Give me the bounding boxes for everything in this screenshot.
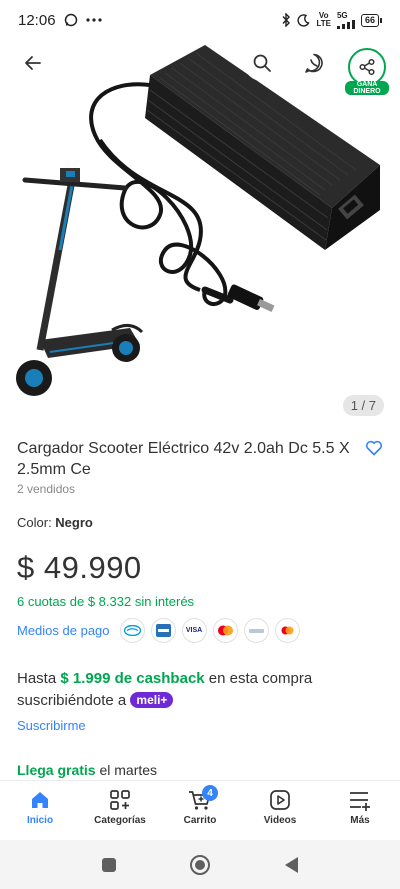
color-label: Color: [17,515,56,530]
nav-item-categorias[interactable]: Categorías [80,781,160,840]
free-shipping-label: Llega gratis [17,762,96,778]
nav-item-videos[interactable]: Videos [240,781,320,840]
share-icon [359,58,375,76]
product-image [16,45,380,396]
battery-icon: 66 [360,13,382,27]
search-icon [253,54,271,72]
nav-item-inicio[interactable]: Inicio [0,781,80,840]
amex-icon [150,618,176,643]
nav-item-mas[interactable]: Más [320,781,400,840]
mercadopago-icon [119,618,145,643]
sold-count: 2 vendidos [17,482,76,496]
moon-icon [297,13,311,27]
system-navigation-bar [0,840,400,889]
color-value: Negro [55,515,93,530]
payment-methods-row: Medios de pago VISA [17,618,300,643]
more-dots-icon [85,18,102,22]
search-button[interactable] [244,45,280,81]
visa-icon: VISA [181,618,207,643]
whatsapp-notification-icon [64,13,77,27]
back-button[interactable] [15,45,51,81]
status-bar: 12:06 Vo LTE 5G 66 [0,0,400,40]
signal-5g: 5G [336,11,355,29]
home-icon [32,792,48,808]
bluetooth-icon [282,13,291,27]
recents-square-icon[interactable] [101,857,117,873]
signal-bars-icon [336,19,355,29]
nav-item-carrito[interactable]: 4 Carrito [160,781,240,840]
whatsapp-share-button[interactable] [296,45,332,81]
installments-text: 6 cuotas de $ 8.332 sin interés [17,594,195,609]
menu-plus-icon [350,792,370,811]
back-triangle-icon[interactable] [283,856,299,874]
mastercard-debit-icon [274,618,300,643]
bottom-navigation: Inicio Categorías 4 Carrito Videos Más [0,780,400,840]
favorite-heart-icon[interactable] [365,440,383,456]
videos-icon [270,790,290,810]
earn-money-badge: GANA DINERO [345,81,389,95]
color-selector[interactable]: Color: Negro [17,515,93,530]
share-earn-button[interactable]: GANA DINERO [345,48,389,100]
whatsapp-icon [305,53,323,73]
cart-count-badge: 4 [202,785,218,801]
meli-plus-badge: meli+ [130,692,174,708]
image-counter: 1 / 7 [342,395,384,416]
cashback-amount: $ 1.999 de cashback [60,670,205,687]
arrow-left-icon [25,56,41,70]
shipping-info: Llega gratis el martes [17,762,158,778]
status-time: 12:06 [18,11,56,29]
price: $ 49.990 [17,550,142,585]
cashback-text: Hasta $ 1.999 de cashback en esta compra… [17,670,313,709]
product-image-gallery[interactable]: GANA DINERO 1 / 7 [0,40,400,430]
mastercard-icon [212,618,238,643]
home-circle-icon[interactable] [189,854,211,876]
subscribe-link[interactable]: Suscribirme [17,718,86,733]
payment-methods-link[interactable]: Medios de pago [17,623,110,638]
product-title: Cargador Scooter Eléctrico 42v 2.0ah Dc … [17,440,350,478]
title-row: Cargador Scooter Eléctrico 42v 2.0ah Dc … [17,438,383,480]
categories-icon [110,790,130,810]
volte-indicator: Vo LTE [316,11,331,28]
visa-debit-icon [243,618,269,643]
